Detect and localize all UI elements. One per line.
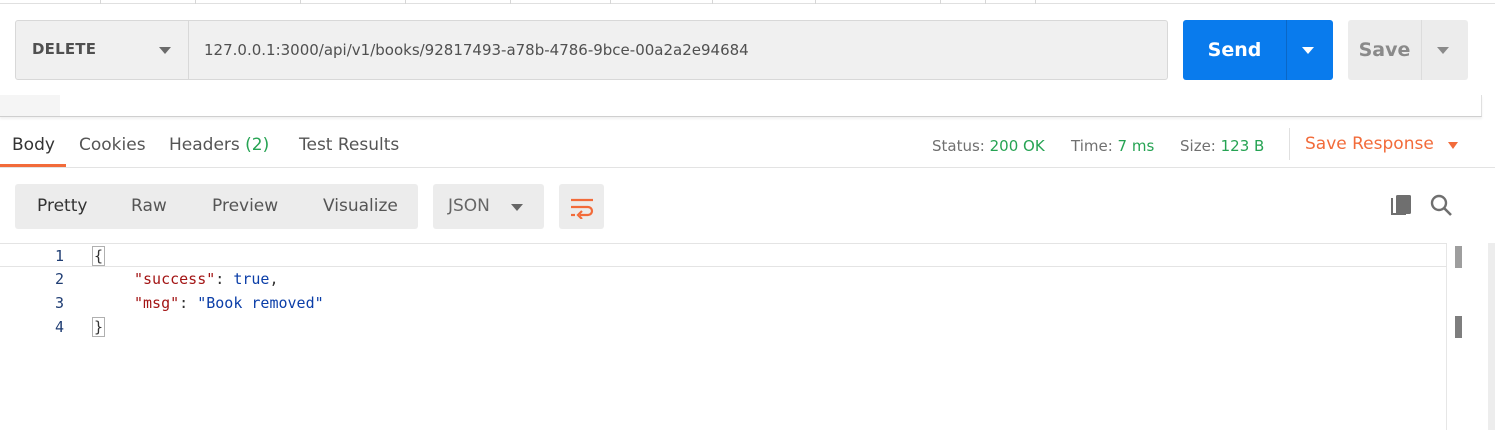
time-value: 7 ms bbox=[1117, 137, 1155, 155]
search-icon[interactable] bbox=[1429, 193, 1455, 219]
send-divider bbox=[1286, 20, 1287, 80]
open-brace: { bbox=[92, 246, 106, 266]
request-tab-strip bbox=[0, 0, 1495, 4]
size-readout: Size: 123 B bbox=[1180, 137, 1264, 155]
method-select[interactable]: DELETE bbox=[16, 21, 189, 79]
code-line: 1 { bbox=[0, 243, 1447, 267]
line-text: "msg": "Book removed" bbox=[134, 294, 324, 312]
json-comma: , bbox=[269, 270, 279, 288]
response-body-viewer[interactable]: 1 { 2 "success": true, 3 "msg": "Book re… bbox=[0, 243, 1447, 430]
request-options-strip bbox=[0, 95, 1482, 117]
size-value: 123 B bbox=[1220, 137, 1265, 155]
view-pretty-button[interactable]: Pretty bbox=[37, 184, 87, 229]
line-text: "success": true, bbox=[134, 270, 279, 288]
line-number: 2 bbox=[54, 270, 64, 288]
time-readout: Time: 7 ms bbox=[1071, 137, 1154, 155]
json-key: "msg" bbox=[134, 294, 180, 312]
time-label: Time: bbox=[1071, 137, 1113, 155]
code-line: 4 } bbox=[0, 315, 1447, 339]
scroll-marker bbox=[1455, 246, 1462, 268]
json-sep: : bbox=[179, 294, 198, 312]
save-options-chevron-icon[interactable] bbox=[1437, 47, 1449, 54]
save-button-group: Save bbox=[1348, 20, 1468, 80]
tab-body[interactable]: Body bbox=[12, 135, 55, 155]
size-label: Size: bbox=[1180, 137, 1216, 155]
status-value: 200 OK bbox=[989, 137, 1045, 155]
meta-separator bbox=[1289, 128, 1290, 160]
method-label: DELETE bbox=[32, 40, 97, 58]
view-visualize-button[interactable]: Visualize bbox=[323, 184, 398, 229]
close-brace: } bbox=[92, 317, 106, 337]
json-value: true bbox=[233, 270, 270, 288]
save-divider bbox=[1421, 20, 1422, 80]
wrap-lines-icon bbox=[571, 198, 594, 219]
json-value: "Book removed" bbox=[197, 294, 324, 312]
save-response-chevron-icon[interactable] bbox=[1448, 142, 1458, 149]
wrap-lines-button[interactable] bbox=[559, 184, 604, 229]
format-label: JSON bbox=[448, 196, 490, 216]
view-preview-button[interactable]: Preview bbox=[212, 184, 278, 229]
json-key: "success" bbox=[134, 270, 216, 288]
format-select[interactable]: JSON bbox=[433, 184, 544, 229]
view-mode-group: Pretty Raw Preview Visualize bbox=[15, 184, 418, 229]
page-scrollbar[interactable] bbox=[1488, 243, 1495, 430]
tab-headers[interactable]: Headers (2) bbox=[169, 135, 269, 155]
tab-test-results[interactable]: Test Results bbox=[299, 135, 399, 155]
send-options-chevron-icon[interactable] bbox=[1302, 47, 1314, 54]
chevron-down-icon bbox=[159, 47, 171, 54]
tab-cookies[interactable]: Cookies bbox=[79, 135, 146, 155]
tab-headers-label: Headers bbox=[169, 135, 240, 155]
line-number: 4 bbox=[54, 318, 64, 336]
line-number: 3 bbox=[54, 294, 64, 312]
view-raw-button[interactable]: Raw bbox=[131, 184, 167, 229]
send-button[interactable]: Send bbox=[1183, 20, 1286, 80]
json-sep: : bbox=[215, 270, 234, 288]
send-button-group: Send bbox=[1183, 20, 1333, 80]
response-tabs: Body Cookies Headers (2) Test Results St… bbox=[0, 128, 1495, 168]
code-line: 3 "msg": "Book removed" bbox=[0, 291, 1447, 315]
request-bar: DELETE bbox=[15, 20, 1168, 80]
line-number: 1 bbox=[54, 247, 64, 265]
code-line: 2 "success": true, bbox=[0, 267, 1447, 291]
copy-icon[interactable] bbox=[1389, 193, 1415, 219]
line-text: { bbox=[92, 246, 106, 266]
chevron-down-icon bbox=[511, 204, 523, 211]
scroll-marker bbox=[1455, 316, 1462, 338]
headers-count-badge: (2) bbox=[245, 135, 270, 155]
status-readout: Status: 200 OK bbox=[932, 137, 1045, 155]
active-tab-underline bbox=[0, 164, 66, 167]
line-text: } bbox=[92, 317, 106, 337]
status-label: Status: bbox=[932, 137, 985, 155]
save-button[interactable]: Save bbox=[1348, 20, 1421, 80]
strip-cell bbox=[0, 95, 60, 116]
save-response-button[interactable]: Save Response bbox=[1305, 134, 1434, 154]
url-input[interactable] bbox=[190, 21, 1166, 79]
